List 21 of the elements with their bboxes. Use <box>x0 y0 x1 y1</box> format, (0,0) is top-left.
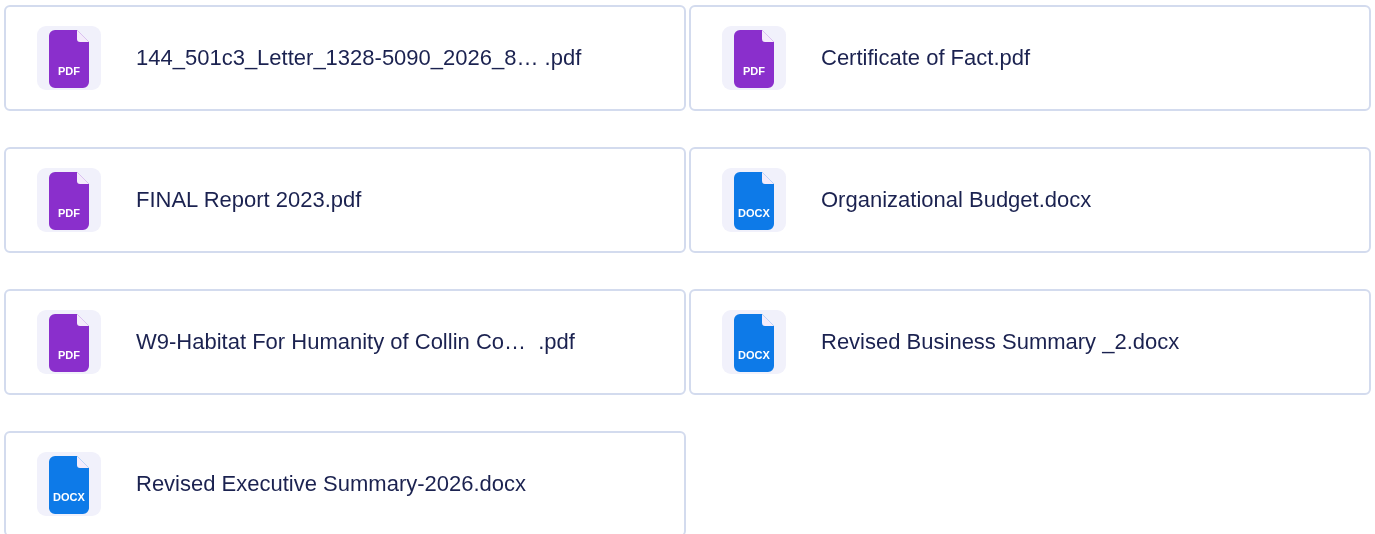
file-name: W9-Habitat For Humanity of Collin Co… .pdf <box>136 329 575 355</box>
file-name: Revised Business Summary _2.docx <box>821 329 1180 355</box>
file-card[interactable]: PDF Certificate of Fact.pdf <box>689 5 1371 111</box>
file-type-label: DOCX <box>737 207 771 219</box>
file-name: Revised Executive Summary-2026.docx <box>136 471 527 497</box>
file-name: Certificate of Fact.pdf <box>821 45 1031 71</box>
file-type-label: PDF <box>742 65 766 77</box>
file-type-label: PDF <box>57 207 81 219</box>
file-card[interactable]: DOCX Organizational Budget.docx <box>689 147 1371 253</box>
file-type-label: PDF <box>57 349 81 361</box>
file-card[interactable]: PDF FINAL Report 2023.pdf <box>4 147 686 253</box>
file-type-label: PDF <box>57 65 81 77</box>
file-name: 144_501c3_Letter_1328-5090_2026_8… .pdf <box>136 45 582 71</box>
file-name: FINAL Report 2023.pdf <box>136 187 362 213</box>
file-card[interactable]: PDF 144_501c3_Letter_1328-5090_2026_8… .pdf <box>4 5 686 111</box>
file-name: Organizational Budget.docx <box>821 187 1092 213</box>
file-card[interactable]: DOCX Revised Executive Summary-2026.docx <box>4 431 686 534</box>
file-card[interactable]: PDF W9-Habitat For Humanity of Collin Co… .pdf <box>4 289 686 395</box>
file-type-label: DOCX <box>52 491 86 503</box>
file-card[interactable]: DOCX Revised Business Summary _2.docx <box>689 289 1371 395</box>
file-type-label: DOCX <box>737 349 771 361</box>
